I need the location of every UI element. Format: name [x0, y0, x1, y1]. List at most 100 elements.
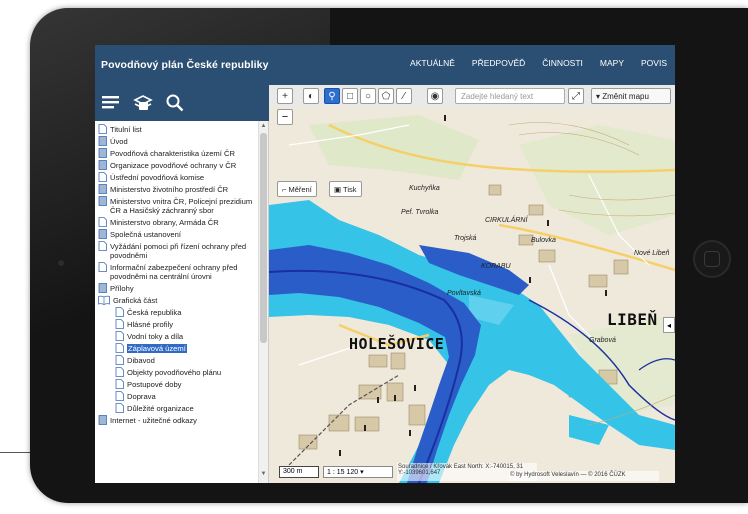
sidebar-toolbar [95, 85, 269, 121]
layers-icon[interactable] [133, 93, 153, 113]
toc-label: Úvod [110, 137, 128, 146]
toc-item[interactable]: Ministerstvo vnitra ČR, Policejní prezid… [98, 196, 258, 215]
map-viewport[interactable]: HOLEŠOVICE LIBEŇ Kuchyňka Bulovka Trojsk… [269, 85, 675, 483]
scale-bar: 300 m [279, 466, 319, 478]
toc-label: Titulní list [110, 125, 142, 134]
point-select-icon[interactable]: ⚲ [324, 88, 340, 104]
menu-icon[interactable] [101, 93, 121, 113]
toc-subitem[interactable]: Hlásné profily [115, 319, 258, 329]
tablet-camera [58, 260, 64, 266]
home-button-icon [704, 251, 720, 267]
map-label-trojska: Trojská [454, 235, 477, 242]
toc-scrollbar[interactable]: ▲ ▼ [258, 121, 268, 483]
toc-subitem[interactable]: Postupové doby [115, 379, 258, 389]
page-icon [98, 241, 107, 251]
document-icon [98, 196, 107, 206]
rectangle-select-icon[interactable]: □ [342, 88, 358, 104]
polygon-select-icon[interactable]: ⬠ [378, 88, 394, 104]
nav-mapy[interactable]: MAPY [600, 58, 624, 68]
line-select-icon[interactable]: ⁄ [396, 88, 412, 104]
side-panel-toggle-icon[interactable]: ◂ [663, 317, 675, 333]
toc-item[interactable]: Titulní list [98, 124, 258, 134]
toc-item[interactable]: Povodňová charakteristika území ČR [98, 148, 258, 158]
change-map-label: Změnit mapu [602, 92, 649, 101]
toc-item[interactable]: Ministerstvo obrany, Armáda ČR [98, 217, 258, 227]
page-icon [115, 367, 124, 377]
document-icon [98, 415, 107, 425]
map-label-kuchynka: Kuchyňka [409, 185, 440, 192]
toc-label: Ministerstvo obrany, Armáda ČR [110, 218, 219, 227]
toc-label: Vyžádání pomoci při řízení ochrany před … [110, 242, 247, 260]
toc-label: Postupové doby [127, 380, 182, 389]
scroll-down-arrow[interactable]: ▼ [260, 471, 267, 479]
scale-value: 1 : 15 120 [327, 469, 359, 476]
toc-label: Česká republika [127, 308, 182, 317]
fullscreen-icon[interactable]: ⤢ [568, 88, 584, 104]
scale-select[interactable]: 1 : 15 120 ▾ [323, 466, 393, 478]
toc-item[interactable]: Grafická část [98, 295, 258, 305]
page-icon [98, 262, 107, 272]
toc-label: Internet - užitečné odkazy [110, 416, 197, 425]
toc-list: Titulní list Úvod Povodňová charakterist… [98, 124, 258, 428]
nav-cinnosti[interactable]: ČINNOSTI [542, 58, 583, 68]
toc-item[interactable]: Internet - užitečné odkazy [98, 415, 258, 425]
map-label-povltavska: Povltavská [447, 290, 481, 297]
toc-subitem[interactable]: Dibavod [115, 355, 258, 365]
pan-icon[interactable]: ◐ [303, 88, 319, 104]
toc-item[interactable]: Vyžádání pomoci při řízení ochrany před … [98, 241, 258, 260]
change-map-button[interactable]: ▾ Změnit mapu [591, 88, 671, 104]
map-toolbar: + ◐ ⚲ □ ○ ⬠ ⁄ ◉ Zadejte hledaný text ⤢ ▾… [269, 85, 675, 107]
map-label-nove-liben: Nové Libeň [634, 250, 670, 257]
map-label-liben: LIBEŇ [607, 310, 658, 329]
toc-subitem-selected[interactable]: Záplavová území [115, 343, 258, 353]
toc-label: Doprava [127, 392, 156, 401]
toc-label: Vodní toky a díla [127, 332, 184, 341]
nav-predpoved[interactable]: PŘEDPOVĚĎ [472, 58, 525, 68]
scrollbar-thumb[interactable] [260, 133, 267, 343]
map-label-grabova: Grabová [589, 337, 616, 344]
map-search-input[interactable]: Zadejte hledaný text [455, 88, 565, 104]
print-label: Tisk [343, 185, 357, 194]
document-icon [98, 160, 107, 170]
toc-item[interactable]: Ústřední povodňová komise [98, 172, 258, 182]
nav-aktualne[interactable]: AKTUÁLNĚ [410, 58, 455, 68]
scroll-up-arrow[interactable]: ▲ [260, 123, 267, 131]
flood-map [269, 85, 675, 483]
toc-label: Povodňová charakteristika území ČR [110, 149, 235, 158]
zoom-in-button[interactable]: + [277, 88, 293, 104]
toc-item[interactable]: Úvod [98, 136, 258, 146]
page-icon [115, 403, 124, 413]
toc-item[interactable]: Organizace povodňové ochrany v ČR [98, 160, 258, 170]
toc-label: Záplavová území [127, 344, 187, 353]
zoom-out-button[interactable]: − [277, 109, 293, 125]
search-icon[interactable] [165, 93, 185, 113]
tablet-screen: Povodňový plán České republiky AKTUÁLNĚ … [95, 45, 675, 483]
map-label-holesovice: HOLEŠOVICE [349, 335, 445, 353]
nav-povis[interactable]: POVIS [641, 58, 667, 68]
map-attribution: © by Hydrosoft Veleslavín — © 2016 ČÚZK [509, 471, 659, 481]
toc-label: Přílohy [110, 284, 134, 293]
toc-subitem[interactable]: Vodní toky a díla [115, 331, 258, 341]
toc-subitem[interactable]: Česká republika [115, 307, 258, 317]
document-icon [98, 184, 107, 194]
toc-subitem[interactable]: Objekty povodňového plánu [115, 367, 258, 377]
printer-icon: ▣ [334, 185, 344, 194]
page-icon [115, 319, 124, 329]
visibility-icon[interactable]: ◉ [427, 88, 443, 104]
toc-item[interactable]: Společná ustanovení [98, 229, 258, 239]
toc-subitem[interactable]: Důležité organizace [115, 403, 258, 413]
toc-item[interactable]: Informační zabezpečení ochrany před povo… [98, 262, 258, 281]
document-icon [98, 283, 107, 293]
toc-subitem[interactable]: Doprava [115, 391, 258, 401]
toc-item[interactable]: Přílohy [98, 283, 258, 293]
document-icon [98, 136, 107, 146]
document-rule-line [0, 452, 34, 453]
document-icon [98, 148, 107, 158]
toc-item[interactable]: Ministerstvo životního prostředí ČR [98, 184, 258, 194]
page-icon [98, 124, 107, 134]
page-icon [115, 331, 124, 341]
measure-button[interactable]: ⌐ Měření [277, 181, 317, 197]
print-button[interactable]: ▣ Tisk [329, 181, 362, 197]
circle-select-icon[interactable]: ○ [360, 88, 376, 104]
app-title: Povodňový plán České republiky [101, 59, 269, 71]
